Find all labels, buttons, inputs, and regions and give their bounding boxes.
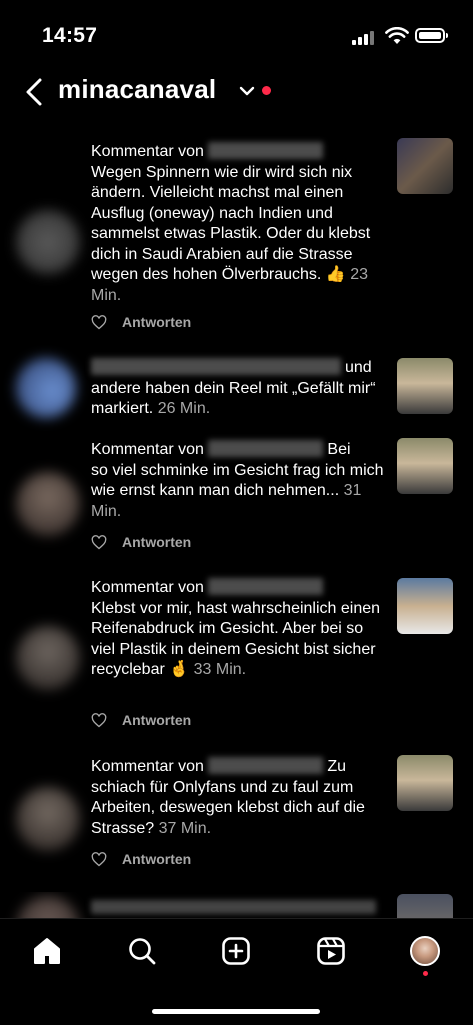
blurred-text (91, 900, 376, 914)
timestamp: 33 Min. (193, 661, 247, 678)
account-switcher[interactable]: minacanaval (58, 74, 216, 105)
profile-notification-dot (423, 971, 428, 976)
profile-avatar[interactable] (410, 936, 440, 966)
wifi-icon (385, 27, 409, 44)
avatar[interactable] (16, 472, 80, 536)
post-thumbnail[interactable] (397, 138, 453, 194)
notification-text: Kommentar von Zu schiach für Onlyfans un… (91, 757, 365, 837)
search-icon[interactable] (126, 935, 158, 967)
chevron-down-icon[interactable] (238, 84, 256, 98)
comment-actions: Antworten (91, 849, 191, 869)
notification-text: Kommentar von Wegen Spinnern wie dir wir… (91, 142, 371, 304)
blurred-username[interactable] (207, 440, 323, 457)
comment-actions: Antworten (91, 312, 191, 332)
blurred-username[interactable] (207, 757, 323, 774)
reel-thumbnail[interactable] (397, 438, 453, 494)
notification-text: Kommentar von Klebst vor mir, hast wahrs… (91, 578, 381, 678)
home-icon[interactable] (31, 935, 63, 967)
notification-text: und andere haben dein Reel mit „Gefällt … (91, 358, 376, 417)
notification-item[interactable] (0, 892, 473, 918)
back-arrow-icon[interactable] (22, 76, 48, 108)
comment-actions: Antworten (91, 710, 191, 730)
reel-thumbnail[interactable] (397, 755, 453, 811)
blurred-username[interactable] (207, 142, 323, 159)
heart-icon[interactable] (91, 851, 107, 867)
home-indicator[interactable] (152, 1009, 320, 1014)
heart-icon[interactable] (91, 534, 107, 550)
cellular-signal-icon (352, 30, 376, 45)
reply-button[interactable]: Antworten (122, 712, 191, 728)
bottom-tab-bar (0, 918, 473, 1025)
avatar[interactable] (16, 626, 80, 690)
avatar[interactable] (16, 210, 80, 274)
avatar[interactable] (16, 358, 76, 418)
unread-dot (262, 86, 271, 95)
reply-button[interactable]: Antworten (122, 534, 191, 550)
reply-button[interactable]: Antworten (122, 314, 191, 330)
heart-icon[interactable] (91, 314, 107, 330)
blurred-username[interactable] (207, 578, 323, 595)
post-thumbnail[interactable] (397, 578, 453, 634)
blurred-usernames[interactable] (91, 358, 341, 375)
post-thumbnail[interactable] (397, 894, 453, 918)
notification-text: Kommentar von Bei so viel schminke im Ge… (91, 440, 384, 520)
notifications-header: minacanaval (0, 70, 473, 118)
reel-thumbnail[interactable] (397, 358, 453, 414)
timestamp: 26 Min. (157, 400, 211, 417)
battery-icon (415, 28, 448, 43)
avatar[interactable] (16, 896, 80, 918)
create-icon[interactable] (220, 935, 252, 967)
reply-button[interactable]: Antworten (122, 851, 191, 867)
status-time: 14:57 (42, 24, 98, 47)
comment-actions: Antworten (91, 532, 191, 552)
timestamp: 37 Min. (158, 819, 212, 837)
reels-icon[interactable] (315, 935, 347, 967)
avatar[interactable] (16, 787, 80, 851)
status-bar: 14:57 (0, 0, 473, 70)
heart-icon[interactable] (91, 712, 107, 728)
